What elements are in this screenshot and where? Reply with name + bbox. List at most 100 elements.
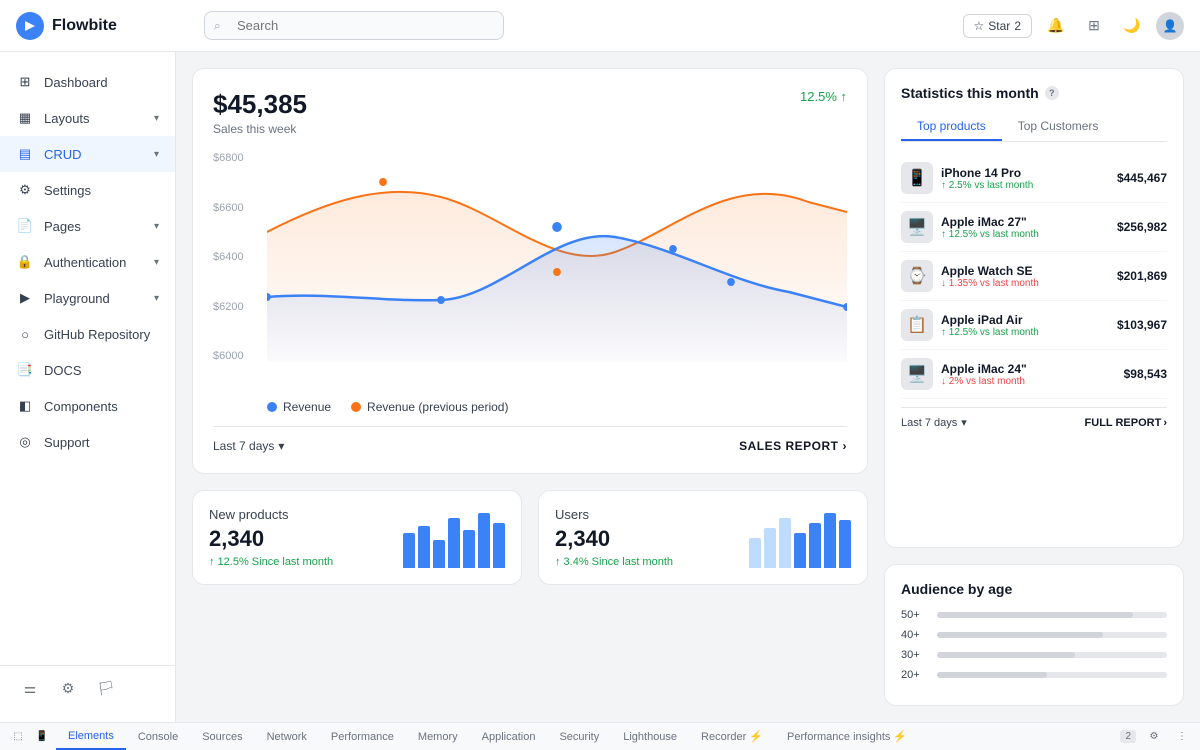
sidebar-item-components[interactable]: ◧ Components [0,388,175,424]
stats-tabs: Top products Top Customers [901,113,1167,142]
sidebar-item-pages[interactable]: 📄 Pages ▾ [0,208,175,244]
logo-area: Flowbite [16,12,192,40]
devtools-tab-lighthouse[interactable]: Lighthouse [611,723,689,750]
devtools-tab-perf-insights[interactable]: Performance insights ⚡ [775,723,919,750]
product-name-iphone: iPhone 14 Pro [941,166,1109,180]
legend-revenue: Revenue [267,400,331,414]
age-bar-bg-40 [937,632,1167,638]
devtools-phone-icon[interactable]: 📱 [32,727,52,747]
age-row-40: 40+ [901,629,1167,641]
age-row-20: 20+ [901,669,1167,681]
sidebar-flag-icon[interactable]: 🏳 [92,674,120,702]
y-label-4: $6200 [213,301,263,313]
devtools-left-icons: ⬚ 📱 [8,727,52,747]
devtools-tab-console[interactable]: Console [126,723,190,750]
sales-report-label: SALES REPORT [739,439,838,453]
sales-report-link[interactable]: SALES REPORT › [739,439,847,453]
right-panel: Statistics this month ? Top products Top… [884,68,1184,706]
stats-footer: Last 7 days ▾ FULL REPORT › [901,407,1167,429]
period-label: Last 7 days [213,439,274,453]
avatar[interactable]: 👤 [1156,12,1184,40]
age-row-30: 30+ [901,649,1167,661]
auth-chevron: ▾ [154,257,159,268]
age-label-30: 30+ [901,649,929,661]
moon-icon[interactable]: 🌙 [1118,12,1146,40]
product-change-imac24: ↓ 2% vs last month [941,376,1116,387]
sidebar-label-support: Support [44,435,159,450]
tab-top-customers[interactable]: Top Customers [1002,113,1115,141]
notification-icon[interactable]: 🔔 [1042,12,1070,40]
devtools-tab-recorder[interactable]: Recorder ⚡ [689,723,775,750]
star-label: Star [988,19,1010,33]
devtools-bar: ⬚ 📱 Elements Console Sources Network Per… [0,722,1200,750]
devtools-tab-network[interactable]: Network [255,723,319,750]
pages-icon: 📄 [16,217,34,235]
sidebar-item-layouts[interactable]: ▦ Layouts ▾ [0,100,175,136]
topbar-right: ☆ Star 2 🔔 ⊞ 🌙 👤 [963,12,1184,40]
full-report-arrow: › [1163,417,1167,429]
sidebar-item-docs[interactable]: 📑 DOCS [0,352,175,388]
bar-7 [493,523,505,568]
stats-period-select[interactable]: Last 7 days ▾ [901,416,967,429]
product-img-iphone: 📱 [901,162,933,194]
tab-top-products[interactable]: Top products [901,113,1002,141]
product-change-ipadair: ↑ 12.5% vs last month [941,327,1109,338]
product-row-imac27: 🖥️ Apple iMac 27" ↑ 12.5% vs last month … [901,203,1167,252]
sidebar-label-layouts: Layouts [44,111,144,126]
stats-title: Statistics this month [901,85,1039,101]
crud-chevron: ▾ [154,149,159,160]
sidebar-item-authentication[interactable]: 🔒 Authentication ▾ [0,244,175,280]
users-info: Users 2,340 ↑ 3.4% Since last month [555,507,673,568]
devtools-more-icon[interactable]: ⋮ [1172,727,1192,747]
product-price-imac24: $98,543 [1124,367,1167,381]
stats-header: Statistics this month ? [901,85,1167,101]
age-bar-fill-20 [937,672,1047,678]
full-report-link[interactable]: FULL REPORT › [1085,417,1167,429]
product-img-ipadair: 📋 [901,309,933,341]
sidebar-label-components: Components [44,399,159,414]
star-button[interactable]: ☆ Star 2 [963,14,1032,38]
devtools-right: 2 ⚙ ⋮ [1120,727,1192,747]
devtools-tab-application[interactable]: Application [470,723,548,750]
product-img-imac24: 🖥️ [901,358,933,390]
sidebar-gear-icon[interactable]: ⚙ [54,674,82,702]
chart-svg-container [267,152,847,362]
devtools-tab-sources[interactable]: Sources [190,723,254,750]
full-report-label: FULL REPORT [1085,417,1162,429]
product-row-ipadair: 📋 Apple iPad Air ↑ 12.5% vs last month $… [901,301,1167,350]
product-info-imac24: Apple iMac 24" ↓ 2% vs last month [941,362,1116,387]
devtools-tab-performance[interactable]: Performance [319,723,406,750]
sidebar-item-dashboard[interactable]: ⊞ Dashboard [0,64,175,100]
devtools-cursor-icon[interactable]: ⬚ [8,727,28,747]
y-label-2: $6600 [213,202,263,214]
sidebar-item-crud[interactable]: ▤ CRUD ▾ [0,136,175,172]
ubar-1 [749,538,761,568]
sidebar-item-settings[interactable]: ⚙ Settings [0,172,175,208]
revenue-header: $45,385 Sales this week 12.5% ↑ [213,89,847,136]
product-row-watchse: ⌚ Apple Watch SE ↓ 1.35% vs last month $… [901,252,1167,301]
sidebar-item-support[interactable]: ◎ Support [0,424,175,460]
devtools-tab-elements[interactable]: Elements [56,723,126,750]
ubar-6 [824,513,836,568]
age-bar-bg-30 [937,652,1167,658]
revenue-amount: $45,385 [213,89,307,120]
audience-title: Audience by age [901,581,1167,597]
sidebar-item-playground[interactable]: ▶ Playground ▾ [0,280,175,316]
devtools-tab-security[interactable]: Security [547,723,611,750]
ubar-5 [809,523,821,568]
sidebar-chart-icon[interactable]: ⚌ [16,674,44,702]
age-label-40: 40+ [901,629,929,641]
search-input[interactable] [204,11,504,40]
sidebar-item-github[interactable]: ○ GitHub Repository [0,316,175,352]
revenue-badge: 12.5% ↑ [800,89,847,104]
product-change-iphone: ↑ 2.5% vs last month [941,180,1109,191]
period-select[interactable]: Last 7 days ▾ [213,439,284,453]
age-bar-fill-40 [937,632,1103,638]
grid-icon[interactable]: ⊞ [1080,12,1108,40]
product-name-ipadair: Apple iPad Air [941,313,1109,327]
product-name-watchse: Apple Watch SE [941,264,1109,278]
product-row-iphone: 📱 iPhone 14 Pro ↑ 2.5% vs last month $44… [901,154,1167,203]
devtools-tab-memory[interactable]: Memory [406,723,470,750]
users-change: ↑ 3.4% Since last month [555,556,673,568]
devtools-settings-icon[interactable]: ⚙ [1144,727,1164,747]
